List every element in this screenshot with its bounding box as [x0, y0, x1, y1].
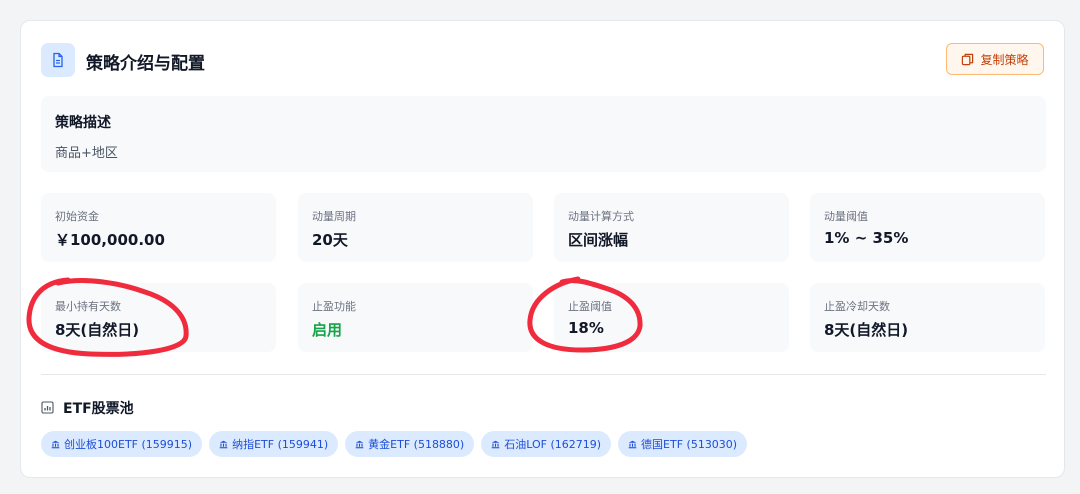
- strategy-config-card: 策略介绍与配置 复制策略 策略描述 商品+地区 初始资金 ￥100,000.00…: [20, 20, 1065, 478]
- section-divider: [41, 374, 1046, 375]
- stat-value: 20天: [312, 231, 348, 249]
- stat-initial-capital: 初始资金 ￥100,000.00: [41, 193, 276, 262]
- stat-take-profit-cooldown: 止盈冷却天数 8天(自然日): [810, 283, 1045, 352]
- description-text: 商品+地区: [55, 146, 118, 161]
- copy-strategy-button[interactable]: 复制策略: [946, 43, 1044, 75]
- etf-chip[interactable]: 德国ETF (513030): [618, 431, 748, 457]
- stat-label: 最小持有天数: [55, 300, 121, 313]
- etf-chip-label: 纳指ETF (159941): [232, 438, 329, 451]
- stat-momentum-method: 动量计算方式 区间涨幅: [554, 193, 789, 262]
- copy-strategy-label: 复制策略: [980, 52, 1029, 67]
- document-icon: [41, 43, 75, 77]
- stat-value: 区间涨幅: [568, 231, 629, 249]
- bank-icon: [219, 440, 228, 448]
- stat-value: 18%: [568, 319, 604, 337]
- bank-icon: [51, 440, 60, 448]
- stat-label: 动量阈值: [824, 210, 868, 223]
- etf-chip-list: 创业板100ETF (159915) 纳指ETF (159941) 黄金ETF …: [41, 431, 748, 457]
- stat-momentum-period: 动量周期 20天: [298, 193, 533, 262]
- etf-chip-label: 石油LOF (162719): [504, 438, 602, 451]
- stat-take-profit-threshold: 止盈阈值 18%: [554, 283, 789, 352]
- bank-icon: [628, 440, 637, 448]
- stat-label: 止盈功能: [312, 300, 356, 313]
- stat-value: 8天(自然日): [55, 321, 140, 339]
- etf-chip[interactable]: 创业板100ETF (159915): [41, 431, 203, 457]
- etf-pool-title: ETF股票池: [63, 401, 134, 417]
- stat-label: 止盈冷却天数: [824, 300, 890, 313]
- stat-label: 动量周期: [312, 210, 356, 223]
- strategy-description: 策略描述 商品+地区: [41, 96, 1046, 172]
- stat-label: 动量计算方式: [568, 210, 634, 223]
- copy-icon: [962, 53, 974, 65]
- etf-chip-label: 黄金ETF (518880): [368, 438, 465, 451]
- stat-take-profit-enabled: 止盈功能 启用: [298, 283, 533, 352]
- page-title: 策略介绍与配置: [86, 54, 205, 74]
- stat-label: 止盈阈值: [568, 300, 612, 313]
- etf-chip-label: 创业板100ETF (159915): [64, 438, 193, 451]
- description-title: 策略描述: [55, 115, 111, 131]
- stat-momentum-threshold: 动量阈值 1% ~ 35%: [810, 193, 1045, 262]
- stat-min-hold-days: 最小持有天数 8天(自然日): [41, 283, 276, 352]
- etf-chip[interactable]: 石油LOF (162719): [481, 431, 612, 457]
- etf-chip-label: 德国ETF (513030): [641, 438, 738, 451]
- stat-value: ￥100,000.00: [55, 231, 165, 249]
- stat-value: 1% ~ 35%: [824, 229, 909, 247]
- etf-chip[interactable]: 黄金ETF (518880): [345, 431, 475, 457]
- bank-icon: [491, 440, 500, 448]
- bank-icon: [355, 440, 364, 448]
- chart-icon: [41, 401, 54, 414]
- etf-chip[interactable]: 纳指ETF (159941): [209, 431, 339, 457]
- stat-label: 初始资金: [55, 210, 99, 223]
- card-header: 策略介绍与配置 复制策略: [41, 43, 1044, 77]
- stat-value-enabled: 启用: [312, 321, 343, 339]
- stat-value: 8天(自然日): [824, 321, 909, 339]
